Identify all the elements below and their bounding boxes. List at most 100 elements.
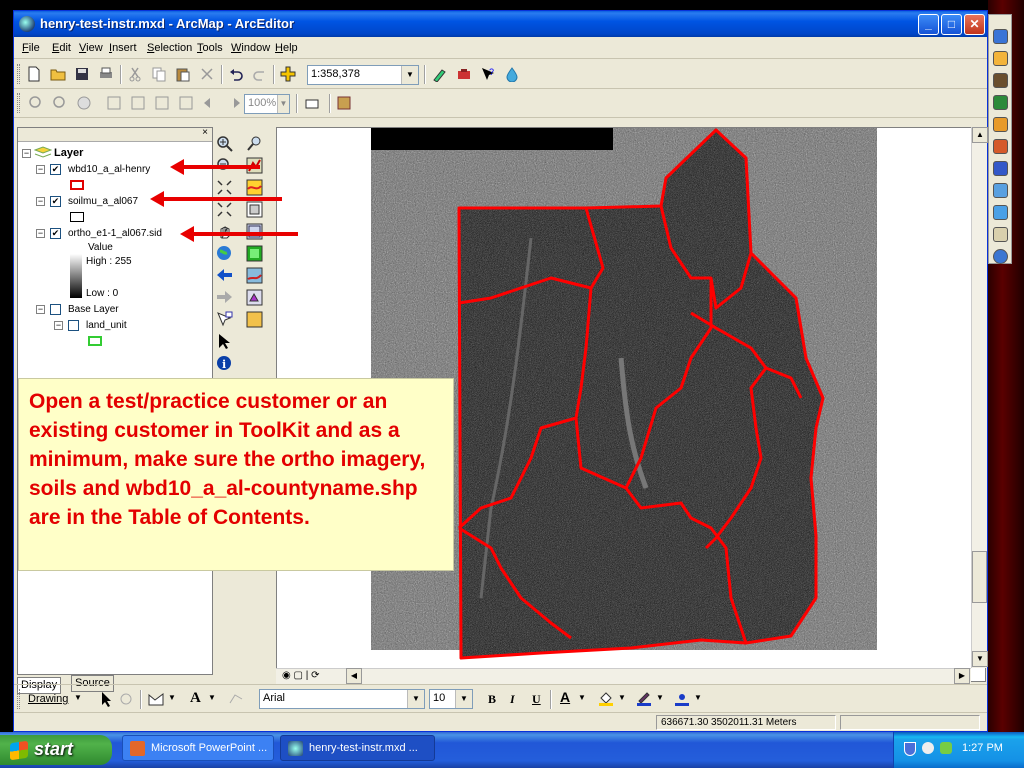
menu-edit[interactable]: Edit <box>52 42 71 54</box>
layout-pan-icon[interactable] <box>76 95 92 111</box>
font-name-combo[interactable]: Arial ▼ <box>259 689 425 709</box>
menu-selection[interactable]: Selection <box>147 42 192 54</box>
zoom-100-icon[interactable] <box>178 95 194 111</box>
layer-visibility-checkbox[interactable]: ✔ <box>50 196 61 207</box>
chevron-down-icon[interactable]: ▼ <box>277 95 289 113</box>
arrow-circle-icon[interactable] <box>993 249 1008 264</box>
vertical-scrollbar[interactable]: ▲ ▼ <box>971 127 988 668</box>
go-back-extent-icon[interactable] <box>202 95 218 111</box>
view-mode-icons[interactable]: ◉ ▢ | ⟳ <box>282 670 320 681</box>
menu-help[interactable]: Help <box>275 42 298 54</box>
identify-info-icon[interactable]: i <box>216 355 233 372</box>
toolbar-grip[interactable] <box>17 64 20 84</box>
network-icon[interactable] <box>993 183 1008 198</box>
menu-file[interactable]: File <box>22 42 40 54</box>
chevron-down-icon[interactable]: ▼ <box>578 693 586 702</box>
marker-color-icon[interactable] <box>674 690 690 706</box>
volume-icon[interactable] <box>922 742 934 754</box>
shield-icon[interactable] <box>904 742 916 756</box>
full-extent-icon[interactable] <box>216 245 233 262</box>
chevron-down-icon[interactable]: ▼ <box>401 66 418 84</box>
scroll-down-icon[interactable]: ▼ <box>972 651 988 667</box>
rectangle-tool-icon[interactable] <box>148 691 164 707</box>
layout-zoom-combo[interactable]: 100% ▼ <box>244 94 290 114</box>
chevron-down-icon[interactable]: ▼ <box>208 693 216 702</box>
access-icon[interactable] <box>993 73 1008 88</box>
toc-layer-ortho[interactable]: ortho_e1-1_al067.sid <box>68 228 162 239</box>
collapse-icon[interactable]: − <box>36 305 45 314</box>
font-size-combo[interactable]: 10 ▼ <box>429 689 473 709</box>
font-color-button[interactable]: A <box>560 689 570 705</box>
forward-arrow-icon[interactable] <box>216 289 233 306</box>
zoom-in-icon[interactable] <box>216 135 233 152</box>
drawing-menu-button[interactable]: Drawing <box>28 693 68 705</box>
menu-view[interactable]: View <box>79 42 103 54</box>
scroll-left-icon[interactable]: ◀ <box>346 668 362 684</box>
close-button[interactable]: ✕ <box>964 14 985 35</box>
whats-this-icon[interactable]: ? <box>480 66 496 82</box>
chevron-down-icon[interactable]: ▼ <box>407 690 424 708</box>
toc-title-bar[interactable]: × <box>18 127 212 142</box>
chevron-down-icon[interactable]: ▼ <box>74 693 82 702</box>
delete-icon[interactable] <box>199 66 215 82</box>
collapse-icon[interactable]: − <box>36 165 45 174</box>
toc-layer-soils[interactable]: soilmu_a_al067 <box>68 196 138 207</box>
scroll-thumb[interactable] <box>972 551 987 603</box>
line-color-icon[interactable] <box>636 690 652 706</box>
help-icon[interactable] <box>993 227 1008 242</box>
chevron-down-icon[interactable]: ▼ <box>168 693 176 702</box>
italic-button[interactable]: I <box>510 692 515 707</box>
collapse-icon[interactable]: − <box>36 197 45 206</box>
legend-swatch-land-unit[interactable] <box>88 336 102 346</box>
chevron-down-icon[interactable]: ▼ <box>656 693 664 702</box>
map-tool-b-icon[interactable] <box>246 179 263 196</box>
horizontal-scrollbar[interactable]: ◉ ▢ | ⟳ ◀ ▶ <box>276 668 971 684</box>
map-scale-combo[interactable]: 1:358,378 ▼ <box>307 65 419 85</box>
start-button[interactable]: start <box>0 735 112 765</box>
toc-close-icon[interactable]: × <box>202 127 208 138</box>
network-icon[interactable] <box>940 742 952 754</box>
menu-tools[interactable]: Tools <box>197 42 223 54</box>
find-icon[interactable] <box>246 135 263 152</box>
select-features-icon[interactable] <box>216 311 233 328</box>
arctoolbox-icon[interactable] <box>456 66 472 82</box>
layout-zoom-in-icon[interactable] <box>28 95 44 111</box>
open-folder-icon[interactable] <box>50 66 66 82</box>
fixed-zoom-in-icon[interactable] <box>216 179 233 196</box>
rotate-icon[interactable] <box>118 691 134 707</box>
excel-icon[interactable] <box>993 95 1008 110</box>
minimize-button[interactable]: _ <box>918 14 939 35</box>
fixed-zoom-out-icon[interactable] <box>154 95 170 111</box>
fill-color-icon[interactable] <box>598 690 614 706</box>
powerpoint-icon[interactable] <box>993 139 1008 154</box>
fixed-zoom-out-icon[interactable] <box>216 201 233 218</box>
select-elements-arrow-icon[interactable] <box>216 333 233 350</box>
calendar-icon[interactable] <box>993 117 1008 132</box>
maximize-button[interactable]: □ <box>941 14 962 35</box>
toolbar-grip[interactable] <box>17 689 20 709</box>
collapse-icon[interactable]: − <box>36 229 45 238</box>
taskbar-button-arcmap[interactable]: henry-test-instr.mxd ... <box>280 735 435 761</box>
toggle-draft-mode-icon[interactable] <box>304 95 320 111</box>
collapse-icon[interactable]: − <box>22 149 31 158</box>
toc-base-layer[interactable]: Base Layer <box>68 304 119 315</box>
map-tool-h-icon[interactable] <box>246 311 263 328</box>
layer-visibility-checkbox[interactable]: ✔ <box>50 164 61 175</box>
map-tool-e-icon[interactable] <box>246 245 263 262</box>
toc-layer-land-unit[interactable]: land_unit <box>86 320 127 331</box>
redo-icon[interactable] <box>252 66 268 82</box>
go-forward-extent-icon[interactable] <box>226 95 242 111</box>
menu-insert[interactable]: Insert <box>109 42 137 54</box>
bold-button[interactable]: B <box>488 692 496 707</box>
word-icon[interactable] <box>993 161 1008 176</box>
legend-swatch-soils[interactable] <box>70 212 84 222</box>
back-arrow-icon[interactable] <box>216 267 233 284</box>
chevron-down-icon[interactable]: ▼ <box>455 690 472 708</box>
save-icon[interactable] <box>74 66 90 82</box>
layout-zoom-out-icon[interactable] <box>52 95 68 111</box>
outlook-icon[interactable] <box>993 51 1008 66</box>
layer-visibility-checkbox[interactable] <box>68 320 79 331</box>
text-tool-icon[interactable]: A <box>190 690 201 707</box>
layer-visibility-checkbox[interactable] <box>50 304 61 315</box>
menu-window[interactable]: Window <box>231 42 270 54</box>
